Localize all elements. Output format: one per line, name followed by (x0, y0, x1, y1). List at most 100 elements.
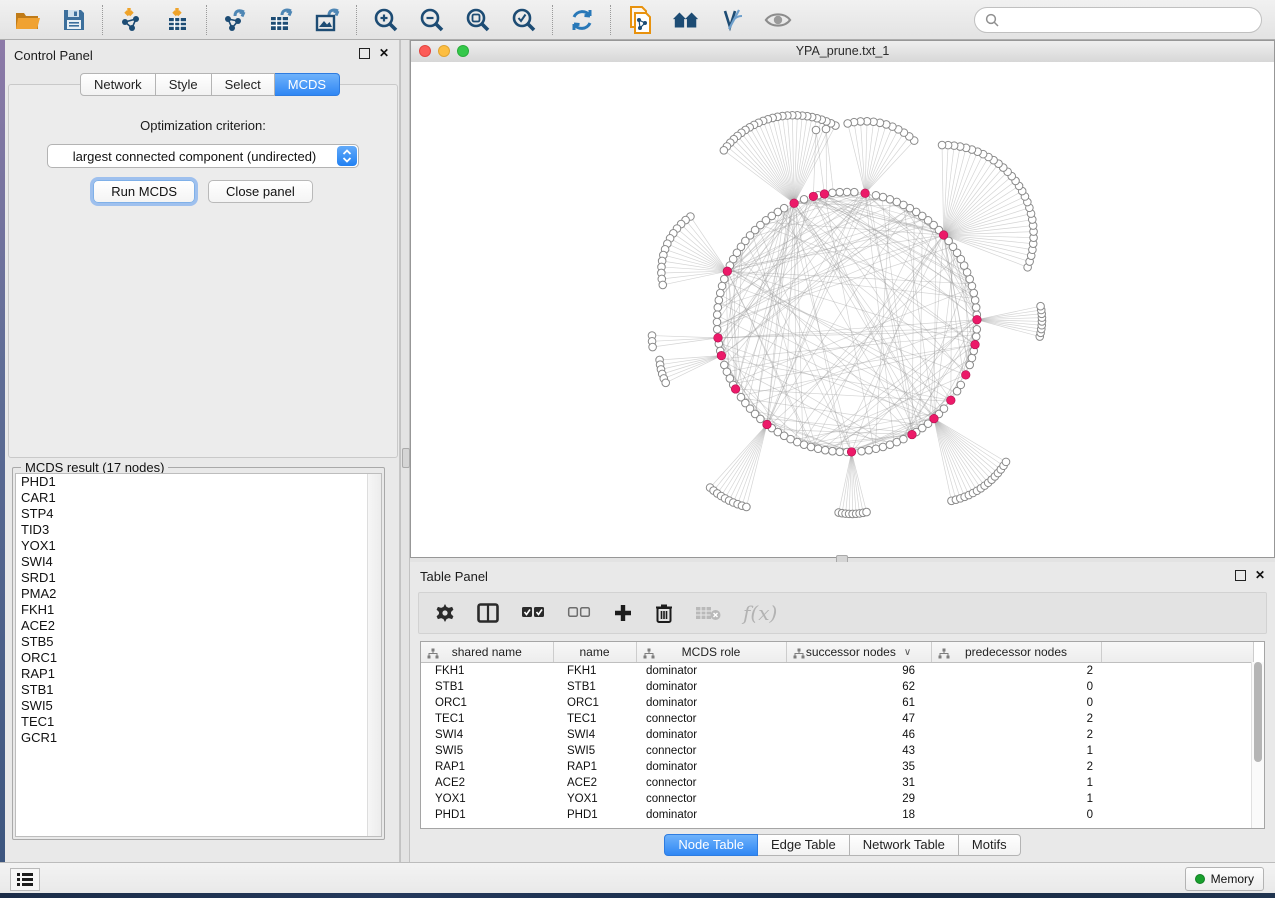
graph-node[interactable] (940, 405, 948, 413)
graph-node[interactable] (968, 354, 976, 362)
save-icon[interactable] (60, 6, 88, 34)
search-input[interactable] (1005, 12, 1251, 29)
tab-motifs[interactable]: Motifs (959, 834, 1021, 856)
graph-node[interactable] (970, 289, 978, 297)
zoom-in-icon[interactable] (372, 6, 400, 34)
mcds-result-item[interactable]: STB1 (16, 682, 381, 698)
graph-node-mcds[interactable] (809, 192, 818, 201)
graph-node[interactable] (836, 188, 844, 196)
eye-icon[interactable] (764, 6, 792, 34)
tab-network[interactable]: Network (80, 73, 156, 96)
graph-node[interactable] (800, 441, 808, 449)
tab-mcds[interactable]: MCDS (275, 73, 340, 96)
graph-node[interactable] (800, 195, 808, 203)
graph-node[interactable] (649, 343, 657, 351)
graph-node[interactable] (850, 188, 858, 196)
graph-node[interactable] (716, 289, 724, 297)
graph-node-mcds[interactable] (717, 351, 726, 360)
graph-node[interactable] (812, 126, 820, 134)
mcds-result-item[interactable]: SRD1 (16, 570, 381, 586)
graph-node[interactable] (713, 311, 721, 319)
mcds-result-item[interactable]: ORC1 (16, 650, 381, 666)
tab-node-table[interactable]: Node Table (664, 834, 758, 856)
network-window-titlebar[interactable]: YPA_prune.txt_1 (411, 41, 1274, 63)
graph-node[interactable] (713, 318, 721, 326)
graph-node[interactable] (968, 282, 976, 290)
graph-node[interactable] (662, 379, 670, 387)
column-header-shared-name[interactable]: shared name (421, 642, 553, 663)
close-panel-icon[interactable]: ✕ (379, 48, 389, 59)
graph-node[interactable] (865, 446, 873, 454)
network-canvas[interactable] (411, 62, 1274, 557)
graph-node[interactable] (757, 415, 765, 423)
graph-node[interactable] (807, 443, 815, 451)
graph-node[interactable] (836, 448, 844, 456)
neighbors-icon[interactable] (672, 6, 700, 34)
window-minimize-icon[interactable] (438, 45, 450, 57)
column-header-mcds-role[interactable]: MCDS role (636, 642, 786, 663)
graph-node[interactable] (829, 447, 837, 455)
graph-node[interactable] (821, 446, 829, 454)
table-scrollbar[interactable] (1251, 662, 1264, 828)
graph-node[interactable] (973, 325, 981, 333)
mcds-result-item[interactable]: RAP1 (16, 666, 381, 682)
clone-network-icon[interactable] (626, 6, 654, 34)
search-field[interactable] (974, 7, 1262, 33)
mcds-result-item[interactable]: PHD1 (16, 474, 381, 490)
graph-node[interactable] (972, 333, 980, 341)
graph-node[interactable] (879, 443, 887, 451)
graph-node-mcds[interactable] (971, 340, 980, 349)
graph-node[interactable] (843, 188, 851, 196)
graph-node[interactable] (858, 447, 866, 455)
graph-node[interactable] (938, 141, 946, 149)
task-history-button[interactable] (10, 868, 40, 891)
graph-node-mcds[interactable] (947, 396, 956, 405)
mcds-list-scrollbar[interactable] (367, 474, 381, 836)
graph-node-mcds[interactable] (939, 231, 948, 240)
graph-node-mcds[interactable] (820, 190, 829, 199)
table-row[interactable]: SWI4SWI4dominator462 (421, 727, 1253, 743)
add-column-icon[interactable] (613, 603, 633, 623)
column-header-name[interactable]: name (553, 642, 636, 663)
export-image-icon[interactable] (314, 6, 342, 34)
graph-node-mcds[interactable] (723, 267, 732, 276)
graph-node[interactable] (886, 195, 894, 203)
refresh-icon[interactable] (568, 6, 596, 34)
select-all-icon[interactable] (521, 606, 545, 620)
mcds-result-item[interactable]: SWI5 (16, 698, 381, 714)
graph-node-mcds[interactable] (731, 385, 740, 394)
run-mcds-button[interactable]: Run MCDS (93, 180, 195, 203)
graph-node[interactable] (844, 120, 852, 128)
table-row[interactable]: ACE2ACE2connector311 (421, 775, 1253, 791)
graph-node[interactable] (863, 508, 871, 516)
graph-node-mcds[interactable] (973, 315, 982, 324)
delete-column-icon[interactable] (655, 603, 673, 624)
mcds-result-item[interactable]: FKH1 (16, 602, 381, 618)
graph-node[interactable] (659, 281, 667, 289)
table-row[interactable]: YOX1YOX1connector291 (421, 791, 1253, 807)
table-scrollbar-thumb[interactable] (1254, 662, 1262, 762)
graph-node[interactable] (720, 146, 728, 154)
graph-node-mcds[interactable] (847, 448, 856, 457)
tab-select[interactable]: Select (212, 73, 275, 96)
graph-node[interactable] (879, 193, 887, 201)
graph-node[interactable] (966, 361, 974, 369)
graph-node-mcds[interactable] (861, 189, 870, 198)
network-graph[interactable] (411, 62, 1274, 557)
graph-node[interactable] (829, 189, 837, 197)
table-row[interactable]: PHD1PHD1dominator180 (421, 807, 1253, 823)
table-settings-icon[interactable] (435, 603, 455, 623)
graph-node[interactable] (743, 503, 751, 511)
folder-open-icon[interactable] (14, 6, 42, 34)
import-network-icon[interactable] (118, 6, 146, 34)
mcds-result-item[interactable]: STP4 (16, 506, 381, 522)
criterion-select[interactable]: largest connected component (undirected) (47, 144, 359, 168)
tab-style[interactable]: Style (156, 73, 212, 96)
mcds-result-list[interactable]: PHD1CAR1STP4TID3YOX1SWI4SRD1PMA2FKH1ACE2… (15, 473, 382, 837)
float-table-panel-icon[interactable] (1235, 570, 1246, 581)
graph-node[interactable] (814, 445, 822, 453)
graph-node[interactable] (872, 445, 880, 453)
graph-node-mcds[interactable] (908, 430, 917, 439)
graph-node[interactable] (872, 191, 880, 199)
mcds-result-item[interactable]: ACE2 (16, 618, 381, 634)
